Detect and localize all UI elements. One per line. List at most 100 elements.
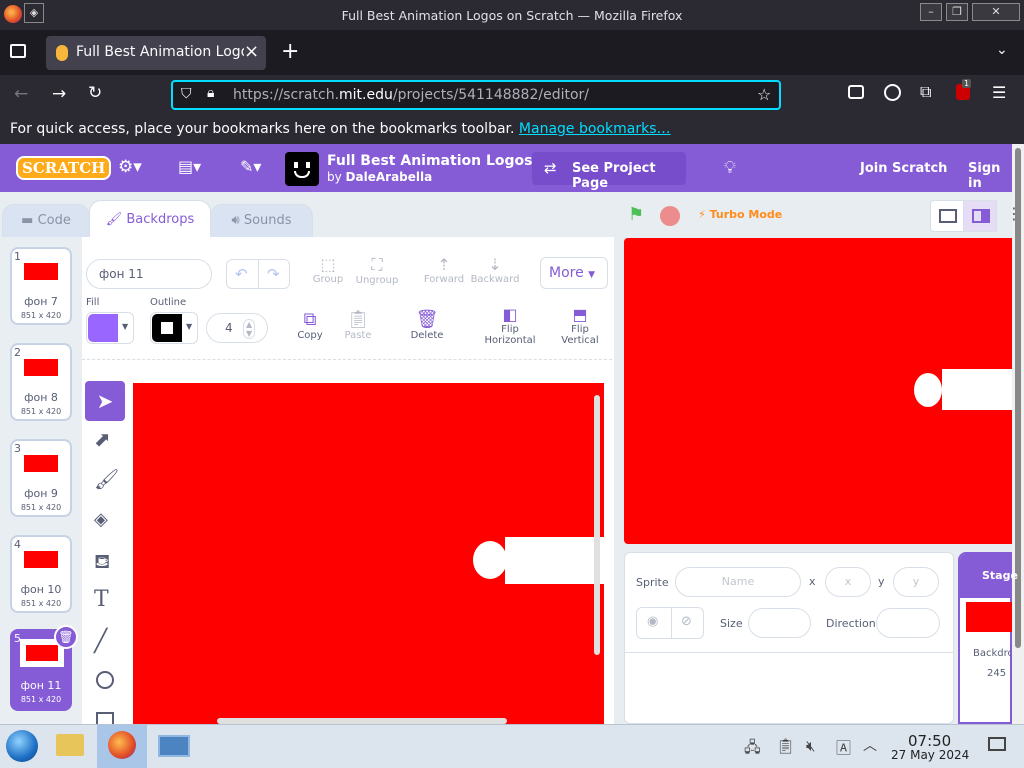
stage-canvas[interactable] bbox=[624, 238, 1012, 544]
stage-selector-pane[interactable]: Stage Backdrop 245 bbox=[958, 552, 1018, 724]
hamburger-menu-icon[interactable]: ☰ bbox=[992, 83, 1006, 102]
outline-width-stepper-icon[interactable]: ▲ ▼ bbox=[243, 319, 256, 339]
page-scrollbar[interactable] bbox=[1012, 144, 1024, 724]
canvas-vertical-scrollbar[interactable] bbox=[594, 395, 600, 655]
reshape-tool-icon[interactable]: ⬈ bbox=[94, 427, 111, 451]
delete-backdrop-icon[interactable]: 🗑︎ bbox=[54, 625, 78, 649]
paste-button[interactable]: 📋︎ Paste bbox=[340, 309, 376, 341]
forward-arrow-icon[interactable]: → bbox=[52, 84, 66, 104]
tab-list-icon[interactable] bbox=[10, 44, 26, 58]
copy-button[interactable]: ⧉ Copy bbox=[292, 309, 328, 341]
tab-close-icon[interactable]: × bbox=[244, 41, 259, 62]
y-input[interactable]: y bbox=[893, 567, 939, 597]
tips-lightbulb-icon[interactable]: 💡︎ bbox=[724, 158, 736, 178]
costume-name-input[interactable]: фон 11 bbox=[86, 259, 212, 289]
clock-date[interactable]: 27 May 2024 bbox=[891, 748, 969, 762]
backdrop-item[interactable]: 4 фон 10 851 x 420 bbox=[10, 535, 72, 613]
text-tool-icon[interactable]: T bbox=[94, 587, 109, 612]
show-eye-icon[interactable]: ◉ bbox=[647, 614, 658, 629]
url-text[interactable]: https://scratch.mit.edu/projects/5411488… bbox=[233, 87, 589, 103]
circle-tool-icon[interactable] bbox=[96, 671, 114, 689]
scratch-logo[interactable]: SCRATCH bbox=[16, 156, 112, 180]
x-input[interactable]: x bbox=[825, 567, 871, 597]
project-author[interactable]: DaleArabella bbox=[346, 170, 433, 184]
select-tool-icon[interactable]: ➤ bbox=[85, 381, 125, 421]
extensions-icon[interactable]: ⧉ bbox=[920, 82, 931, 102]
taskbar-firefox-icon bbox=[108, 731, 136, 759]
maximize-button[interactable]: ❐ bbox=[946, 3, 968, 21]
redo-icon[interactable]: ↷ bbox=[267, 265, 280, 283]
fill-bucket-tool-icon[interactable]: ⛾ bbox=[94, 549, 110, 576]
backdrop-item[interactable]: 3 фон 9 851 x 420 bbox=[10, 439, 72, 517]
direction-input[interactable] bbox=[876, 608, 940, 638]
backdrop-item[interactable]: 2 фон 8 851 x 420 bbox=[10, 343, 72, 421]
stop-icon[interactable] bbox=[660, 206, 680, 226]
sprite-name-input[interactable]: Name bbox=[675, 567, 801, 597]
ungroup-button[interactable]: ⛶ Ungroup bbox=[352, 255, 402, 286]
reload-icon[interactable]: ↻ bbox=[88, 83, 102, 103]
project-byline: by DaleArabella bbox=[327, 170, 433, 184]
edit-menu-icon[interactable]: ✎▾ bbox=[240, 157, 261, 176]
brush-tool-icon[interactable]: 🖌︎ bbox=[94, 467, 119, 491]
forward-button[interactable]: ⇡ Forward bbox=[420, 255, 468, 285]
backdrop-item[interactable]: 1 фон 7 851 x 420 bbox=[10, 247, 72, 325]
sign-in-link[interactable]: Sign in bbox=[968, 161, 1012, 191]
network-icon[interactable]: 🖧︎ bbox=[744, 737, 761, 762]
taskbar-firefox-button[interactable] bbox=[97, 725, 147, 768]
join-scratch-link[interactable]: Join Scratch bbox=[860, 161, 947, 176]
flip-horizontal-button[interactable]: ◧ Flip Horizontal bbox=[482, 305, 538, 346]
eraser-tool-icon[interactable]: ◈ bbox=[94, 509, 108, 530]
url-bar[interactable]: ⛉ 🔒︎ https://scratch.mit.edu/projects/54… bbox=[171, 80, 781, 110]
delete-button[interactable]: 🗑︎ Delete bbox=[408, 309, 446, 341]
canvas-white-ellipse[interactable] bbox=[473, 541, 507, 579]
close-window-button[interactable]: ✕ bbox=[972, 3, 1020, 21]
back-arrow-icon[interactable]: ← bbox=[14, 84, 28, 104]
file-menu-icon[interactable]: ▤▾ bbox=[178, 157, 201, 176]
tab-sounds[interactable]: 🔊︎ Sounds bbox=[210, 204, 313, 237]
shield-icon[interactable]: ⛉ bbox=[181, 86, 192, 102]
see-project-page-button[interactable]: ⇄ See Project Page bbox=[532, 152, 686, 191]
keyboard-layout-icon[interactable]: 🄰 bbox=[836, 737, 851, 758]
line-tool-icon[interactable]: ╱ bbox=[94, 629, 107, 654]
paint-canvas[interactable] bbox=[133, 383, 604, 724]
manage-bookmarks-link[interactable]: Manage bookmarks… bbox=[519, 121, 671, 137]
tab-backdrops-label: Backdrops bbox=[126, 212, 195, 227]
start-menu-icon[interactable] bbox=[6, 730, 38, 762]
minimize-button[interactable]: – bbox=[920, 3, 942, 21]
tab-overflow-chevron-icon[interactable]: ⌄ bbox=[996, 42, 1008, 58]
fill-color-picker[interactable]: ▼ bbox=[86, 312, 134, 344]
canvas-white-rectangle[interactable] bbox=[505, 537, 604, 584]
group-button[interactable]: ⬚ Group bbox=[308, 255, 348, 285]
small-stage-button[interactable] bbox=[930, 200, 964, 232]
fullscreen-icon[interactable]: ⋮ bbox=[1006, 204, 1022, 223]
tab-backdrops[interactable]: 🖌︎ Backdrops bbox=[89, 200, 211, 237]
more-menu-button[interactable]: More ▼ bbox=[540, 257, 608, 289]
account-icon[interactable] bbox=[884, 84, 901, 101]
tab-favicon-icon bbox=[56, 45, 68, 61]
bookmark-star-icon[interactable]: ☆ bbox=[757, 85, 771, 104]
settings-gear-icon[interactable]: ⚙▾ bbox=[118, 157, 142, 177]
clipboard-icon[interactable]: 📋︎ bbox=[776, 737, 795, 755]
taskbar: 🖧︎ 📋︎ 🔇︎ 🄰 ︿ 07:50 27 May 2024 bbox=[0, 724, 1024, 768]
backward-button[interactable]: ⇣ Backward bbox=[470, 255, 520, 285]
lock-icon[interactable]: 🔒︎ bbox=[207, 85, 214, 101]
tab-code[interactable]: ▬ Code bbox=[2, 204, 90, 237]
file-manager-icon[interactable] bbox=[56, 734, 84, 756]
control-panel-icon[interactable] bbox=[158, 735, 190, 757]
hide-eye-icon[interactable]: ⊘ bbox=[681, 614, 692, 629]
volume-muted-icon[interactable]: 🔇︎ bbox=[806, 737, 815, 755]
normal-stage-button[interactable] bbox=[963, 200, 997, 232]
show-desktop-icon[interactable] bbox=[988, 737, 1006, 751]
tray-expand-icon[interactable]: ︿ bbox=[863, 735, 877, 755]
browser-tab[interactable]: Full Best Animation Logos × bbox=[46, 36, 266, 70]
undo-icon[interactable]: ↶ bbox=[235, 265, 248, 283]
outline-width-input[interactable]: 4 ▲ ▼ bbox=[206, 313, 268, 343]
pocket-icon[interactable] bbox=[848, 85, 864, 99]
forward-label: Forward bbox=[423, 274, 465, 285]
size-input[interactable] bbox=[748, 608, 811, 638]
green-flag-icon[interactable]: ⚑ bbox=[628, 204, 644, 225]
outline-color-picker[interactable]: ▼ bbox=[150, 312, 198, 344]
new-tab-button[interactable]: + bbox=[281, 39, 299, 64]
flip-vertical-button[interactable]: ⬒ Flip Vertical bbox=[556, 305, 604, 346]
window-title: Full Best Animation Logos on Scratch — M… bbox=[341, 8, 683, 23]
